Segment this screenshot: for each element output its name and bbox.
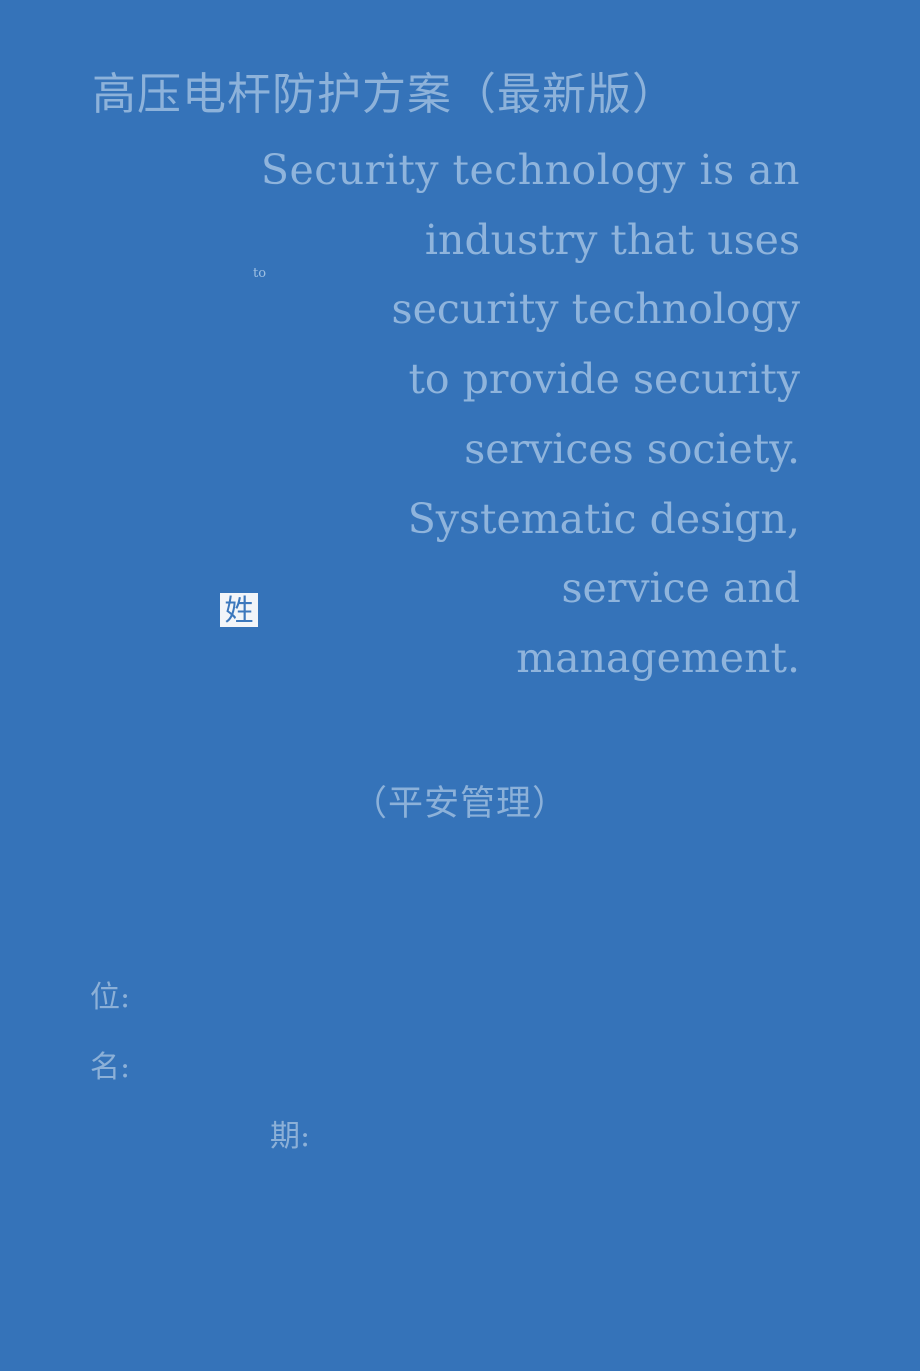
stray-text-fragment: to <box>253 266 267 281</box>
highlighted-glyph-chip: 姓 <box>220 593 258 627</box>
body-line: Systematic design, <box>407 494 800 543</box>
body-line: Security technology is an <box>260 146 800 194</box>
cover-page: 高压电杆防护方案（最新版） Security technology is an … <box>0 0 920 1371</box>
highlighted-glyph: 姓 <box>224 593 254 627</box>
field-label-unit: 位: <box>90 980 131 1015</box>
body-line: security technology <box>391 285 800 334</box>
body-line: to provide security <box>408 355 800 404</box>
body-line: services society. <box>464 424 800 473</box>
page-title: 高压电杆防护方案（最新版） <box>92 69 677 120</box>
field-label-name: 名: <box>90 1050 131 1085</box>
body-line: service and <box>561 564 800 613</box>
signature-fields: 位: 名: 期: <box>0 960 920 1220</box>
field-label-date: 期: <box>270 1119 311 1154</box>
page-subtitle: （平安管理） <box>351 784 568 824</box>
body-line: industry that uses <box>424 215 800 264</box>
body-paragraph: Security technology is an industry that … <box>40 136 800 694</box>
body-line: management. <box>516 633 800 682</box>
